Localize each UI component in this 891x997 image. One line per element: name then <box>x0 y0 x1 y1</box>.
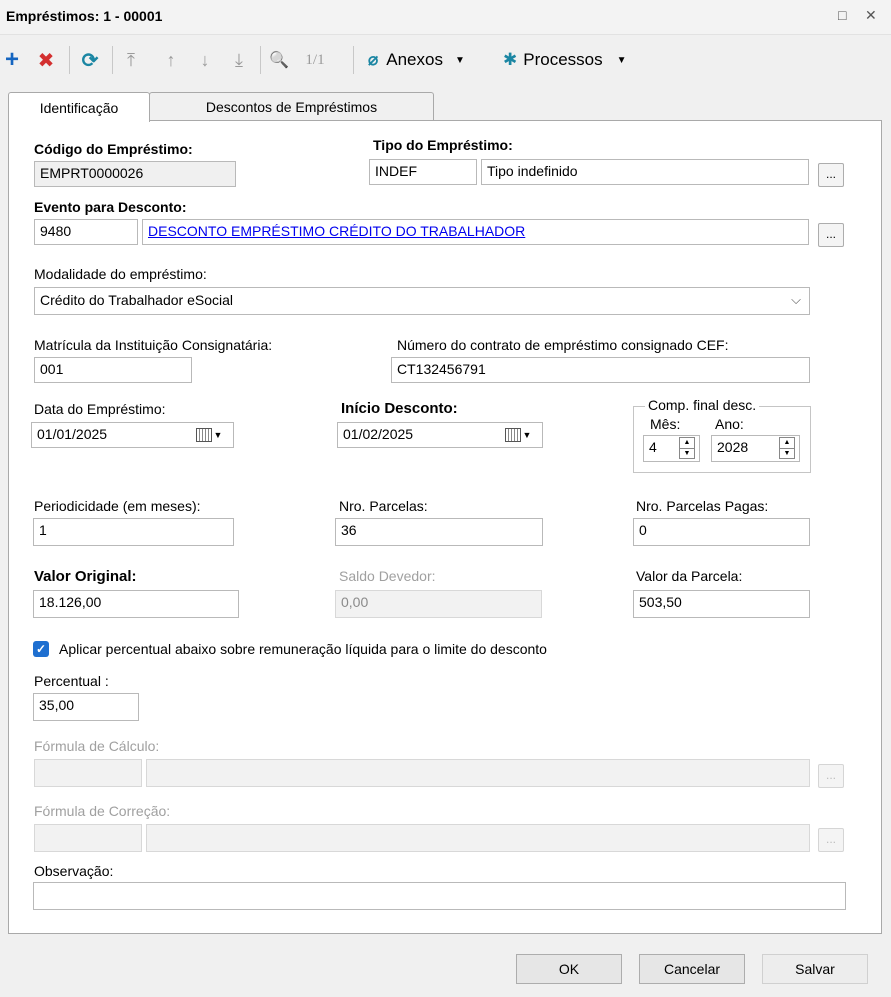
save-button[interactable]: Salvar <box>762 954 868 984</box>
mes-value: 4 <box>649 439 657 455</box>
percentual-field[interactable]: 35,00 <box>33 693 139 721</box>
codigo-field[interactable]: EMPRT0000026 <box>34 161 236 187</box>
chevron-down-icon: ▼ <box>616 54 627 66</box>
maximize-icon[interactable]: □ <box>838 7 846 23</box>
evento-lookup-button[interactable]: ... <box>818 223 844 247</box>
data-emprestimo-value: 01/01/2025 <box>37 426 108 442</box>
tipo-label: Tipo do Empréstimo: <box>373 137 513 153</box>
spin-down-icon[interactable]: ▼ <box>780 449 794 459</box>
valor-original-label: Valor Original: <box>34 568 137 585</box>
chevron-down-icon: ▼ <box>522 430 532 440</box>
tipo-code-field[interactable]: INDEF <box>369 159 477 185</box>
evento-desc-link[interactable]: DESCONTO EMPRÉSTIMO CRÉDITO DO TRABALHAD… <box>142 219 809 245</box>
modalidade-select[interactable]: Crédito do Trabalhador eSocial ⌵ <box>34 287 810 315</box>
parcelas-pagas-label: Nro. Parcelas Pagas: <box>636 498 769 514</box>
dialog-footer: OK Cancelar Salvar <box>0 940 891 997</box>
formula-calculo-desc-field <box>146 759 810 787</box>
saldo-devedor-field: 0,00 <box>335 590 542 618</box>
contrato-field[interactable]: CT132456791 <box>391 357 810 383</box>
calendar-button[interactable]: ▼ <box>496 423 540 447</box>
attachments-button[interactable]: ⌀ Anexos ▼ <box>368 40 496 80</box>
toolbar-separator <box>112 46 113 74</box>
gear-icon: ✱ <box>503 50 518 69</box>
page-indicator: 1/1 <box>305 51 325 68</box>
formula-calculo-label: Fórmula de Cálculo: <box>34 738 160 754</box>
attachments-label: Anexos <box>386 50 443 69</box>
toolbar-separator <box>353 46 354 74</box>
spin-up-icon[interactable]: ▲ <box>780 438 794 449</box>
valor-parcela-label: Valor da Parcela: <box>636 568 743 584</box>
contrato-label: Número do contrato de empréstimo consign… <box>397 337 729 353</box>
window-title: Empréstimos: 1 - 00001 <box>6 8 163 24</box>
tab-descontos[interactable]: Descontos de Empréstimos <box>149 92 434 121</box>
ok-button[interactable]: OK <box>516 954 622 984</box>
title-bar: Empréstimos: 1 - 00001 □ ✕ <box>0 0 891 35</box>
parcelas-pagas-field[interactable]: 0 <box>633 518 810 546</box>
valor-parcela-field[interactable]: 503,50 <box>633 590 810 618</box>
spin-up-icon[interactable]: ▲ <box>680 438 694 449</box>
previous-record-icon[interactable]: ↑ <box>160 40 182 80</box>
calendar-icon <box>195 428 212 442</box>
saldo-devedor-label: Saldo Devedor: <box>339 568 436 584</box>
tipo-lookup-button[interactable]: ... <box>818 163 844 187</box>
tab-identificacao[interactable]: Identificação <box>8 92 150 122</box>
cancel-button[interactable]: Cancelar <box>639 954 745 984</box>
matricula-label: Matrícula da Instituição Consignatária: <box>34 337 273 353</box>
formula-calculo-lookup-button: ... <box>818 764 844 788</box>
ano-label: Ano: <box>715 416 744 432</box>
tipo-desc-field[interactable]: Tipo indefinido <box>481 159 809 185</box>
inicio-desconto-label: Início Desconto: <box>341 400 458 417</box>
formula-correcao-code-field <box>34 824 142 852</box>
formula-calculo-code-field <box>34 759 142 787</box>
next-record-icon[interactable]: ↓ <box>194 40 216 80</box>
valor-original-field[interactable]: 18.126,00 <box>33 590 239 618</box>
calendar-icon <box>504 428 521 442</box>
toolbar-separator <box>69 46 70 74</box>
toolbar-separator <box>260 46 261 74</box>
formula-correcao-lookup-button: ... <box>818 828 844 852</box>
percentual-label: Percentual : <box>34 673 109 689</box>
chevron-down-icon: ▼ <box>213 430 223 440</box>
codigo-label: Código do Empréstimo: <box>34 141 193 157</box>
chevron-down-icon: ▼ <box>454 54 465 66</box>
inicio-desconto-value: 01/02/2025 <box>343 426 414 442</box>
formula-correcao-label: Fórmula de Correção: <box>34 803 171 819</box>
nro-parcelas-field[interactable]: 36 <box>335 518 543 546</box>
form-panel: Código do Empréstimo: EMPRT0000026 Tipo … <box>8 120 882 934</box>
toolbar: + ✖ ⟳ ⤒ ↑ ↓ ⤓ 🔍 1/1 ⌀ Anexos ▼ ✱ Process… <box>0 40 891 80</box>
processes-label: Processos <box>523 50 603 69</box>
nro-parcelas-label: Nro. Parcelas: <box>339 498 428 514</box>
add-icon[interactable]: + <box>0 40 24 80</box>
matricula-field[interactable]: 001 <box>34 357 192 383</box>
observacao-field[interactable] <box>33 882 846 910</box>
spin-down-icon[interactable]: ▼ <box>680 449 694 459</box>
chevron-down-icon: ⌵ <box>791 292 801 307</box>
formula-correcao-desc-field <box>146 824 810 852</box>
periodicidade-field[interactable]: 1 <box>33 518 234 546</box>
periodicidade-label: Periodicidade (em meses): <box>34 498 201 514</box>
modalidade-value: Crédito do Trabalhador eSocial <box>40 292 234 308</box>
modalidade-label: Modalidade do empréstimo: <box>34 266 207 282</box>
close-icon[interactable]: ✕ <box>865 7 877 24</box>
aplicar-percentual-checkbox[interactable]: ✓ <box>33 641 49 657</box>
paperclip-icon: ⌀ <box>368 50 379 69</box>
observacao-label: Observação: <box>34 863 114 879</box>
mes-label: Mês: <box>650 416 681 432</box>
calendar-button[interactable]: ▼ <box>187 423 231 447</box>
processes-button[interactable]: ✱ Processos ▼ <box>503 40 653 80</box>
ano-value: 2028 <box>717 439 749 455</box>
refresh-icon[interactable]: ⟳ <box>78 40 102 80</box>
ano-spinner[interactable]: ▲ ▼ <box>779 437 795 459</box>
aplicar-percentual-label: Aplicar percentual abaixo sobre remunera… <box>59 641 547 657</box>
delete-icon[interactable]: ✖ <box>34 40 58 80</box>
data-emprestimo-label: Data do Empréstimo: <box>34 401 166 417</box>
evento-label: Evento para Desconto: <box>34 199 187 215</box>
mes-spinner[interactable]: ▲ ▼ <box>679 437 695 459</box>
last-record-icon[interactable]: ⤓ <box>228 40 250 80</box>
search-icon[interactable]: 🔍 <box>266 40 292 80</box>
evento-code-field[interactable]: 9480 <box>34 219 138 245</box>
comp-final-legend: Comp. final desc. <box>645 397 760 413</box>
first-record-icon[interactable]: ⤒ <box>120 40 142 80</box>
